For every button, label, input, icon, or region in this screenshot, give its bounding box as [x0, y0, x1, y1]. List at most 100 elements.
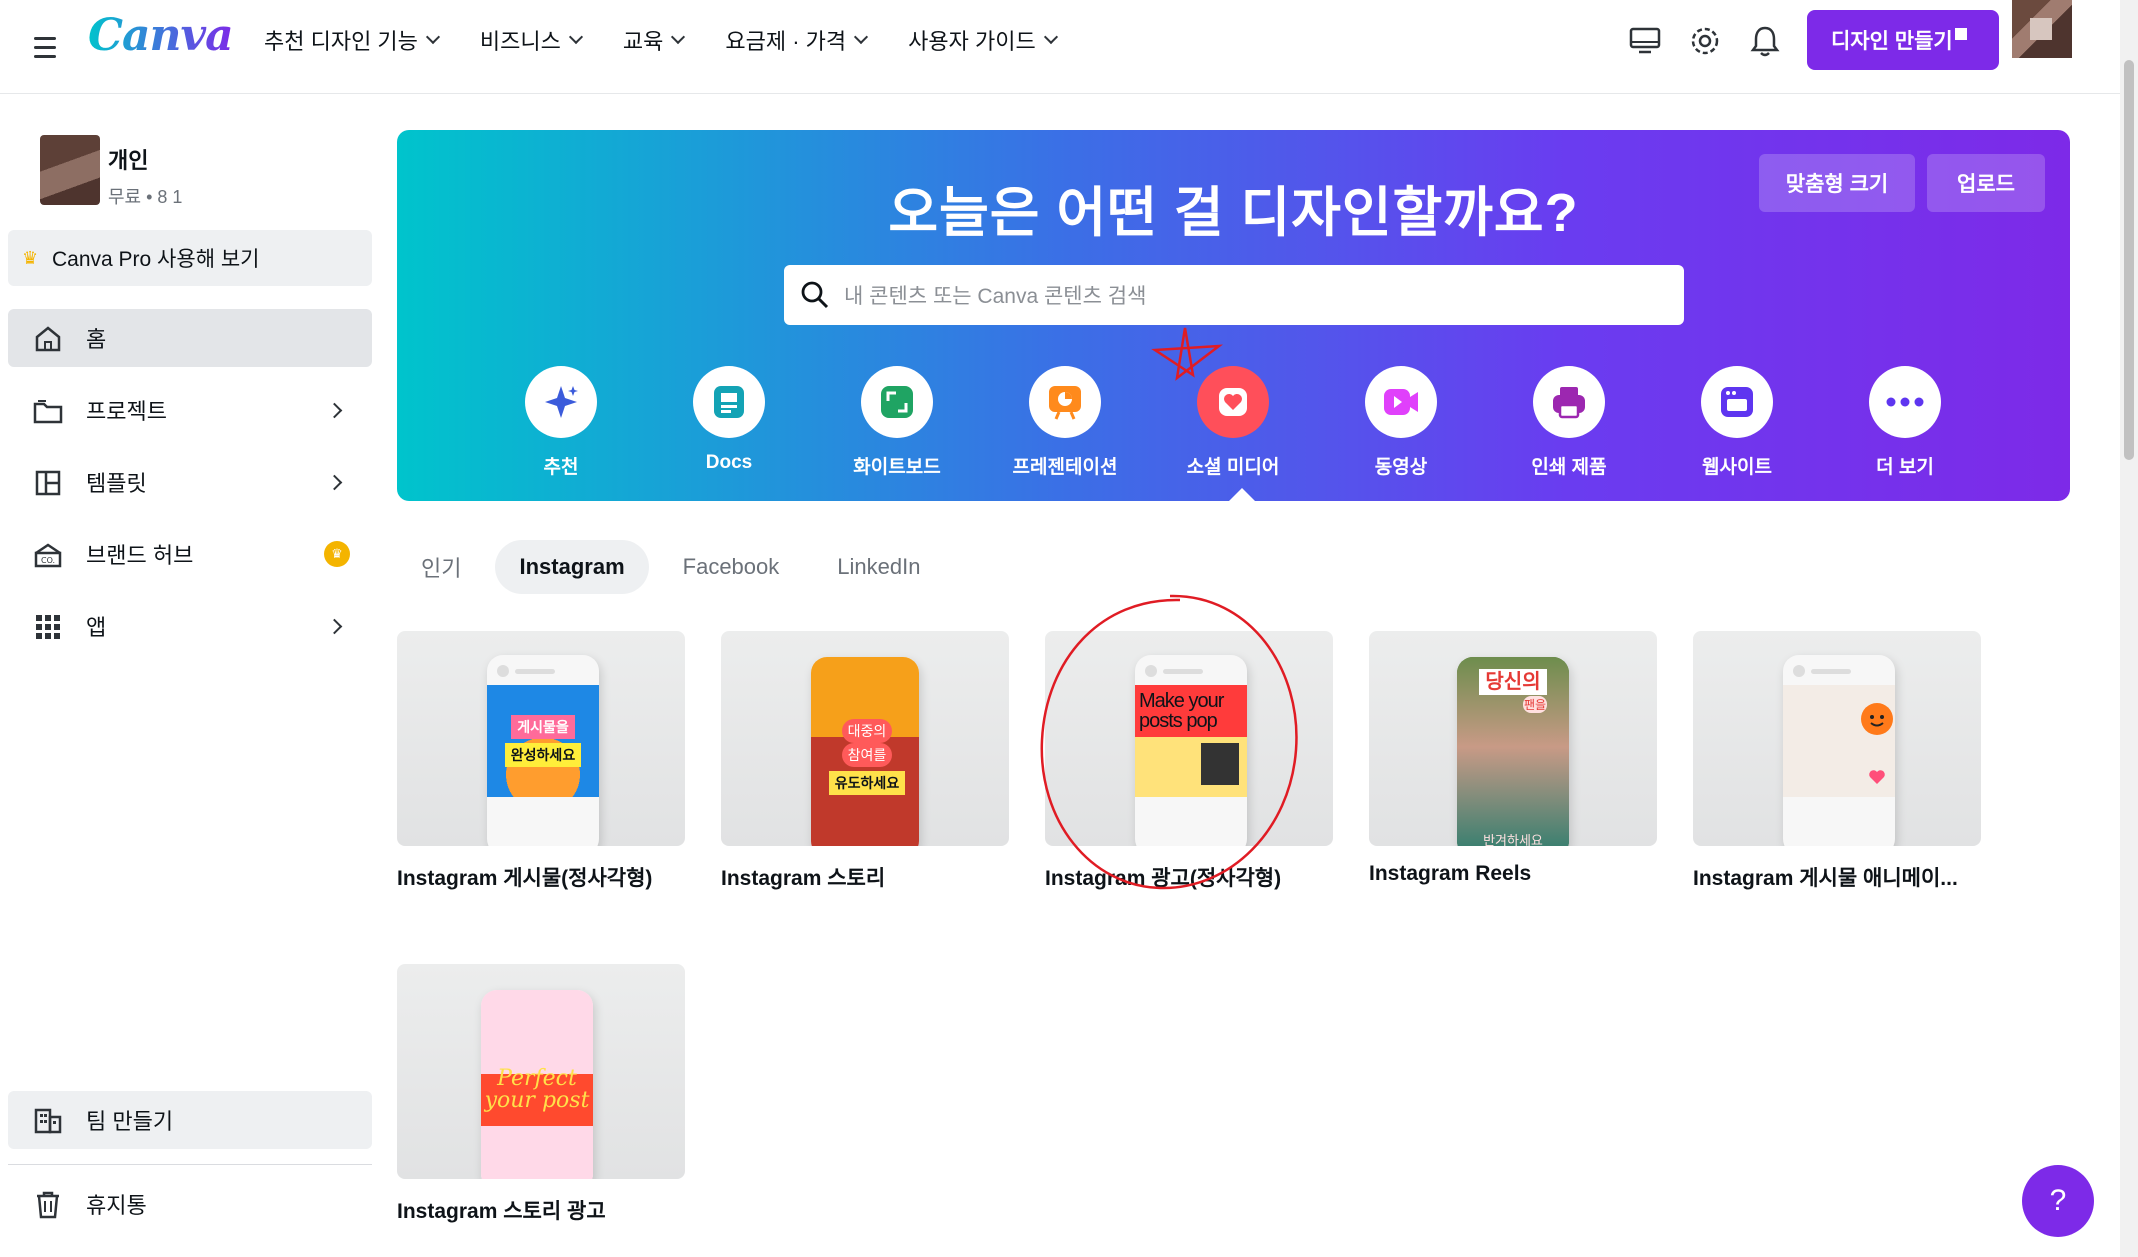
- nav-education[interactable]: 교육: [623, 24, 686, 56]
- templates-icon: [32, 467, 64, 499]
- brand-hub-icon: CO.: [32, 539, 64, 571]
- nav-featured[interactable]: 추천 디자인 기능: [264, 24, 440, 56]
- heart-icon: [1197, 366, 1269, 438]
- category-more[interactable]: 더 보기: [1830, 366, 1980, 479]
- template-thumbnail: Perfect your post: [397, 964, 685, 1179]
- tab-popular[interactable]: 인기: [397, 537, 485, 597]
- template-title: Instagram Reels: [1369, 862, 1532, 885]
- upload-button[interactable]: 업로드: [1927, 154, 2045, 212]
- category-docs[interactable]: Docs: [654, 366, 804, 474]
- phone-mockup: [1783, 655, 1895, 846]
- docs-icon: [693, 366, 765, 438]
- left-sidebar: 개인 무료 • 8 1 ♛ Canva Pro 사용해 보기 홈 프로젝트 템플릿…: [0, 95, 380, 1257]
- printer-icon: [1533, 366, 1605, 438]
- sidebar-item-templates[interactable]: 템플릿: [8, 453, 372, 511]
- template-card-instagram-story-ad[interactable]: Perfect your post Instagram 스토리 광고: [397, 964, 685, 1225]
- template-title: Instagram 스토리: [721, 867, 886, 890]
- sidebar-item-apps[interactable]: 앱: [8, 597, 372, 655]
- home-icon: [32, 323, 64, 355]
- template-tabs: 인기 Instagram Facebook LinkedIn: [397, 537, 944, 597]
- nav-pricing[interactable]: 요금제 · 가격: [725, 24, 869, 56]
- chevron-right-icon: [326, 474, 343, 491]
- top-navigation-bar: Canva 추천 디자인 기능 비즈니스 교육 요금제 · 가격 사용자 가이드…: [0, 0, 2120, 94]
- sparkle-icon: [525, 366, 597, 438]
- crown-icon: ♛: [22, 248, 39, 268]
- try-canva-pro-button[interactable]: ♛ Canva Pro 사용해 보기: [8, 230, 372, 286]
- desktop-app-icon[interactable]: [1622, 18, 1668, 64]
- team-plan: 무료 • 8 1: [108, 187, 183, 207]
- search-input[interactable]: 내 콘텐츠 또는 Canva 콘텐츠 검색: [784, 265, 1684, 325]
- sidebar-divider: [8, 1164, 372, 1165]
- heart-sticker-icon: [1869, 770, 1885, 784]
- template-card-instagram-reels[interactable]: 당신의 팬을 반겨하세요 Instagram Reels: [1369, 631, 1657, 886]
- template-thumbnail: 당신의 팬을 반겨하세요: [1369, 631, 1657, 846]
- scrollbar-thumb[interactable]: [2124, 60, 2134, 460]
- sun-sticker-icon: [1861, 703, 1893, 735]
- template-thumbnail: 게시물을 완성하세요: [397, 631, 685, 846]
- chevron-down-icon: [854, 29, 869, 45]
- create-team-button[interactable]: 팀 만들기: [8, 1091, 372, 1149]
- more-dots-icon: [1869, 366, 1941, 438]
- category-video[interactable]: 동영상: [1326, 366, 1476, 479]
- tab-facebook[interactable]: Facebook: [659, 540, 804, 594]
- template-card-instagram-post[interactable]: 게시물을 완성하세요 Instagram 게시물(정사각형): [397, 631, 685, 892]
- nav-business[interactable]: 비즈니스: [480, 24, 583, 56]
- phone-mockup: 게시물을 완성하세요: [487, 655, 599, 846]
- team-switcher[interactable]: 개인 무료 • 8 1: [40, 135, 182, 209]
- chevron-down-icon: [568, 29, 583, 45]
- trash-icon: [32, 1189, 64, 1221]
- phone-mockup: Perfect your post: [481, 990, 593, 1179]
- circle-annotation-icon: [1040, 594, 1298, 890]
- category-whiteboard[interactable]: 화이트보드: [822, 366, 972, 479]
- team-name: 개인: [108, 148, 149, 173]
- menu-icon[interactable]: [20, 22, 70, 72]
- chevron-down-icon: [1043, 29, 1058, 45]
- nav-guide[interactable]: 사용자 가이드: [908, 24, 1058, 56]
- category-recommended[interactable]: 추천: [486, 366, 636, 479]
- tab-instagram[interactable]: Instagram: [495, 540, 649, 594]
- sidebar-item-trash[interactable]: 휴지통: [8, 1175, 372, 1233]
- apps-grid-icon: [32, 611, 64, 643]
- page-scrollbar[interactable]: [2120, 0, 2138, 1257]
- create-design-button[interactable]: 디자인 만들기: [1807, 10, 1999, 70]
- template-title: Instagram 게시물 애니메이...: [1693, 867, 1958, 890]
- custom-size-button[interactable]: 맞춤형 크기: [1759, 154, 1915, 212]
- chevron-down-icon: [671, 29, 686, 45]
- crown-badge-icon: ♛: [324, 541, 350, 567]
- main-nav: 추천 디자인 기능 비즈니스 교육 요금제 · 가격 사용자 가이드: [264, 0, 1058, 80]
- selected-category-caret: [1229, 488, 1255, 501]
- help-button[interactable]: ?: [2022, 1165, 2094, 1237]
- template-card-instagram-animated-post[interactable]: Instagram 게시물 애니메이...: [1693, 631, 1981, 892]
- template-thumbnail: [1693, 631, 1981, 846]
- chevron-right-icon: [326, 618, 343, 635]
- user-avatar[interactable]: [2012, 0, 2072, 58]
- category-social-media[interactable]: 소셜 미디어: [1158, 366, 1308, 479]
- template-title: Instagram 스토리 광고: [397, 1200, 606, 1223]
- whiteboard-icon: [861, 366, 933, 438]
- tab-linkedin[interactable]: LinkedIn: [813, 540, 944, 594]
- sidebar-item-brand-hub[interactable]: CO. 브랜드 허브 ♛: [8, 525, 372, 583]
- canva-logo[interactable]: Canva: [88, 10, 234, 61]
- template-thumbnail: 대중의 참여를 유도하세요: [721, 631, 1009, 846]
- sidebar-item-home[interactable]: 홈: [8, 309, 372, 367]
- category-print[interactable]: 인쇄 제품: [1494, 366, 1644, 479]
- sidebar-item-projects[interactable]: 프로젝트: [8, 381, 372, 439]
- phone-mockup: 당신의 팬을 반겨하세요: [1457, 657, 1569, 846]
- category-presentation[interactable]: 프레젠테이션: [990, 366, 1140, 479]
- settings-gear-icon[interactable]: [1682, 18, 1728, 64]
- template-card-instagram-story[interactable]: 대중의 참여를 유도하세요 Instagram 스토리: [721, 631, 1009, 892]
- chevron-down-icon: [425, 29, 440, 45]
- folder-icon: [32, 395, 64, 427]
- svg-text:CO.: CO.: [41, 556, 55, 565]
- presentation-icon: [1029, 366, 1101, 438]
- team-avatar: [40, 135, 100, 205]
- design-hero-banner: 오늘은 어떤 걸 디자인할까요? 맞춤형 크기 업로드 내 콘텐츠 또는 Can…: [397, 130, 2070, 501]
- building-icon: [32, 1105, 64, 1137]
- search-placeholder: 내 콘텐츠 또는 Canva 콘텐츠 검색: [844, 285, 1147, 308]
- category-website[interactable]: 웹사이트: [1662, 366, 1812, 479]
- phone-mockup: 대중의 참여를 유도하세요: [811, 657, 919, 846]
- notification-bell-icon[interactable]: [1742, 18, 1788, 64]
- search-icon: [800, 280, 830, 316]
- video-icon: [1365, 366, 1437, 438]
- template-title: Instagram 게시물(정사각형): [397, 867, 653, 890]
